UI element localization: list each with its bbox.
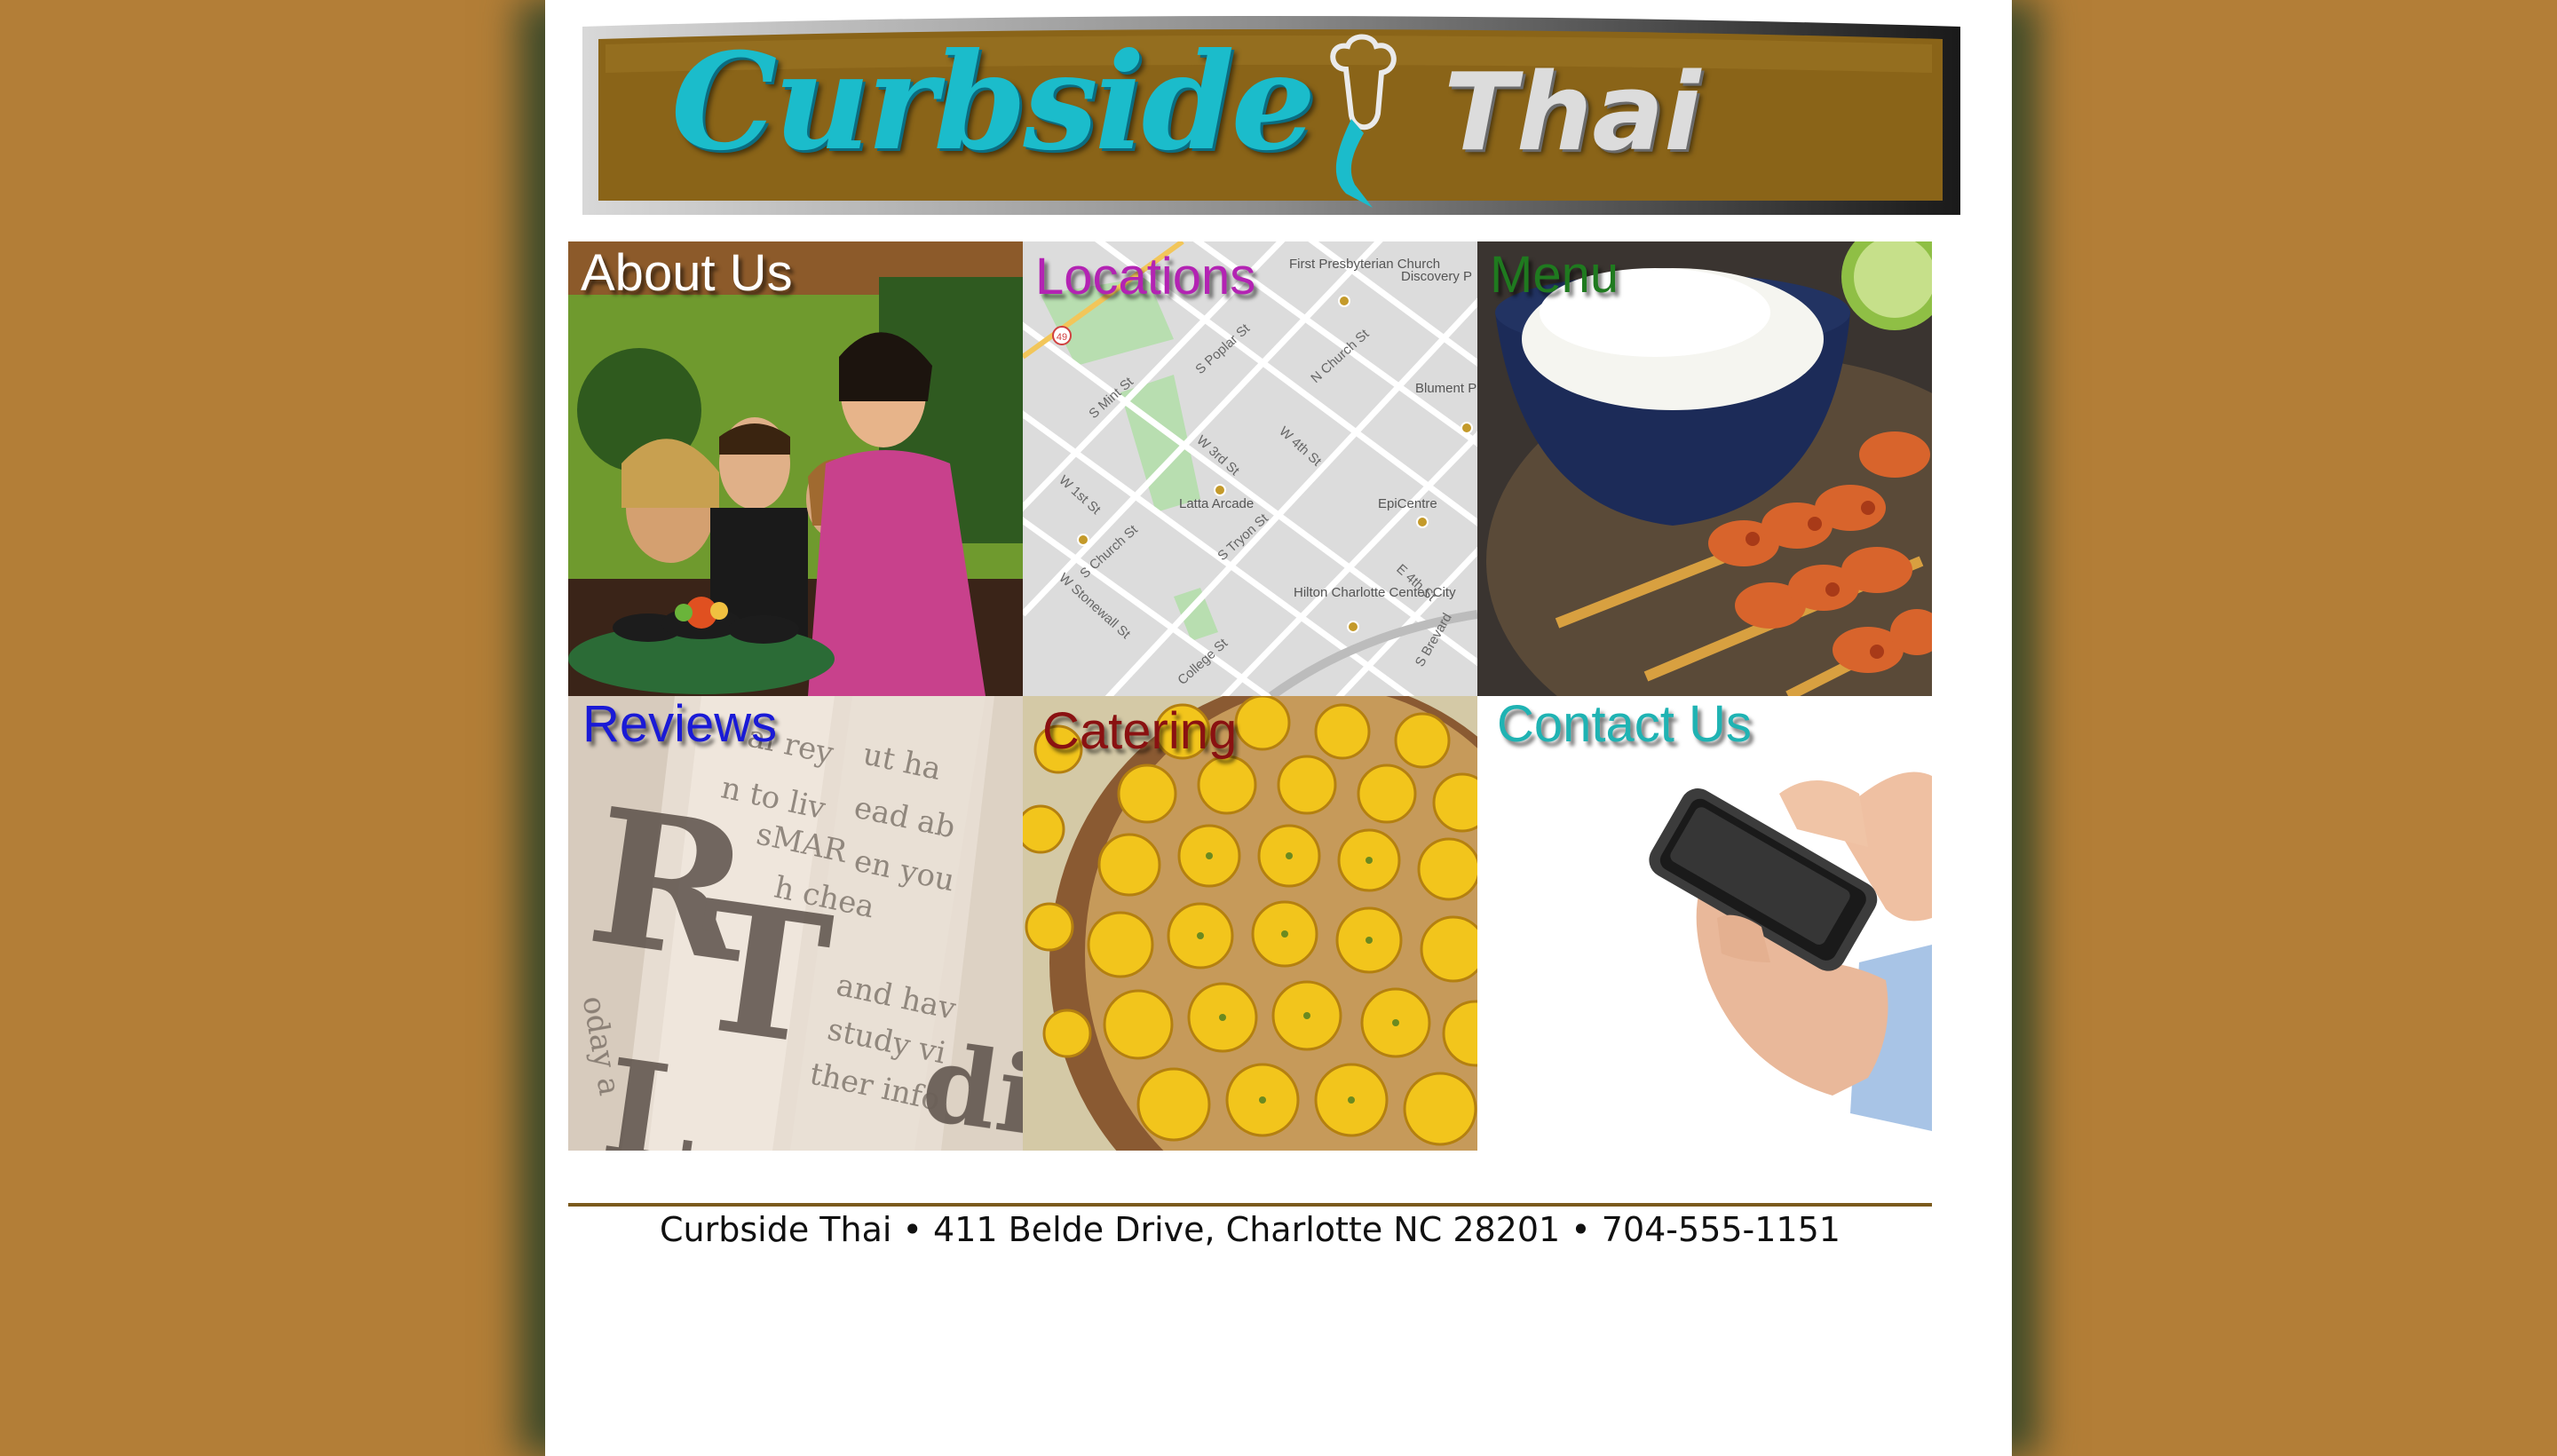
footer-contact-info: Curbside Thai • 411 Belde Drive, Charlot… [660, 1210, 1841, 1249]
tile-label-locations: Locations [1035, 248, 1256, 305]
tile-label-reviews: Reviews [582, 696, 778, 753]
tile-about-us[interactable]: About Us [568, 241, 1023, 696]
tile-label-about-us: About Us [581, 244, 793, 302]
street-map: First Presbyterian Church Discovery P Bl… [1023, 241, 1477, 696]
footer-divider [568, 1203, 1932, 1207]
dessert-tray-photo [1023, 696, 1477, 1151]
newspaper-photo: R T L di al rey n to liv sMAR h chea ut … [568, 696, 1023, 1151]
navigation-tile-grid: About Us First Presbyterian Church Disco… [568, 241, 1932, 1151]
tile-locations[interactable]: First Presbyterian Church Discovery P Bl… [1023, 241, 1477, 696]
restaurant-photo [568, 241, 1023, 696]
tile-menu[interactable]: Menu [1477, 241, 1932, 696]
tile-contact-us[interactable]: Contact Us [1477, 696, 1932, 1151]
tile-label-menu: Menu [1490, 246, 1619, 304]
smartphone-photo [1477, 696, 1932, 1151]
map-label-latta: Latta Arcade [1179, 496, 1254, 511]
logo-text-curbside: Curbside [671, 24, 1316, 180]
tile-catering[interactable]: Catering [1023, 696, 1477, 1151]
map-label-blument: Blument Performin [1415, 381, 1477, 396]
logo-text-thai: Thai [1444, 51, 1701, 175]
tile-label-contact-us: Contact Us [1497, 696, 1752, 753]
map-label-epicentre: EpiCentre [1378, 496, 1437, 511]
tile-label-catering: Catering [1042, 702, 1238, 760]
chef-hat-icon [1319, 34, 1408, 211]
page-container: Curbside Thai About Us First Presbyteria… [545, 0, 2012, 1456]
site-logo-banner[interactable]: Curbside Thai [582, 11, 1960, 215]
tile-reviews[interactable]: R T L di al rey n to liv sMAR h chea ut … [568, 696, 1023, 1151]
map-label-route: 49 [1057, 332, 1067, 343]
map-label-discovery: Discovery P [1401, 269, 1472, 284]
rice-and-shrimp-photo [1477, 241, 1932, 696]
